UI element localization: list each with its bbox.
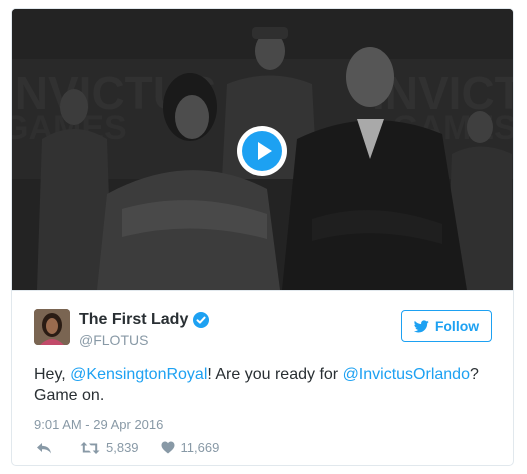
tweet-text-part: ? <box>469 366 479 383</box>
author-name-row: The First Lady <box>79 311 210 329</box>
like-button[interactable]: 11,669 <box>161 440 220 455</box>
verified-badge-icon <box>193 312 210 328</box>
tweet-actions: 5,839 11,669 <box>36 440 219 455</box>
avatar[interactable] <box>34 309 70 345</box>
tweet-text: Hey, @KensingtonRoyal! Are you ready for… <box>34 364 504 406</box>
retweet-button[interactable]: 5,839 <box>80 440 139 455</box>
retweet-count: 5,839 <box>106 440 139 455</box>
tweet-timestamp[interactable]: 9:01 AM - 29 Apr 2016 <box>34 417 163 432</box>
author-handle[interactable]: @FLOTUS <box>79 332 148 348</box>
video-thumbnail[interactable]: INVICTUS GAMES INVICTUS GAMES <box>12 9 513 290</box>
reply-icon <box>37 442 51 453</box>
play-button[interactable] <box>237 126 287 176</box>
heart-icon <box>161 441 175 454</box>
follow-button[interactable]: Follow <box>401 310 492 342</box>
tweet-text-part: ! Are you ready for <box>207 366 343 383</box>
play-button-circle <box>242 131 282 171</box>
mention-invictusorlando-link[interactable]: @InvictusOrlando <box>343 366 470 383</box>
play-icon <box>258 142 272 160</box>
media-divider <box>12 290 513 291</box>
author-display-name[interactable]: The First Lady <box>79 311 188 329</box>
avatar-image <box>34 309 70 345</box>
tweet-text-part: Game on. <box>34 387 105 404</box>
reply-button[interactable] <box>36 441 52 455</box>
tweet-card: INVICTUS GAMES INVICTUS GAMES <box>11 8 514 466</box>
tweet-text-part: Hey, <box>34 366 71 383</box>
twitter-bird-icon <box>413 319 429 332</box>
mention-kensingtonroyal-link[interactable]: @KensingtonRoyal <box>70 366 207 383</box>
retweet-icon <box>80 441 100 454</box>
follow-button-label: Follow <box>434 318 480 334</box>
like-count: 11,669 <box>180 440 220 455</box>
